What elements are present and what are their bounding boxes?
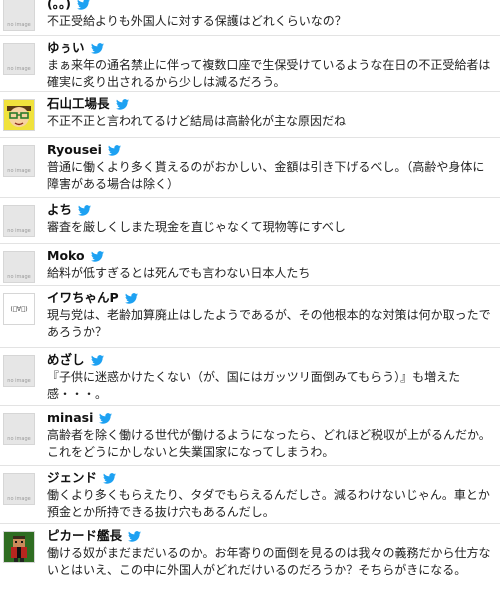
no-image-label: no image: [7, 274, 31, 280]
user-name[interactable]: よち: [47, 201, 72, 219]
twitter-bird-icon[interactable]: [115, 98, 129, 110]
tweet-item: no image めざし 『子供に迷惑かけたくない（が、国にはガッツリ面倒みてもらう…: [0, 348, 500, 406]
tweet-text: まぁ来年の通名禁止に伴って複数口座で生保受けているような在日の不正受給者は確実に…: [47, 58, 491, 89]
no-image-label: no image: [7, 436, 31, 442]
user-name[interactable]: (。。): [47, 0, 71, 13]
no-image-label: no image: [7, 378, 31, 384]
twitter-bird-icon[interactable]: [107, 144, 121, 156]
twitter-bird-icon[interactable]: [128, 530, 142, 542]
glasses-face-image: [4, 100, 34, 130]
user-name[interactable]: ピカード艦長: [47, 527, 122, 545]
avatar[interactable]: no image: [3, 473, 35, 505]
tweet-text: 審査を厳しくしまた現金を直じゃなくて現物等にすべし: [47, 220, 346, 234]
user-name[interactable]: Moko: [47, 247, 85, 265]
twitter-bird-icon[interactable]: [90, 250, 104, 262]
tweet-item: no image (。。) 不正受給よりも外国人に対する保護はどれくらいなの？: [0, 0, 500, 36]
tweet-text: 不正不正と言われてるけど結局は高齢化が主な原因だね: [47, 114, 347, 128]
twitter-bird-icon[interactable]: [78, 204, 92, 216]
tweet-item: 石山工場長 不正不正と言われてるけど結局は高齢化が主な原因だね: [0, 92, 500, 138]
twitter-bird-icon[interactable]: [90, 42, 104, 54]
user-name[interactable]: 石山工場長: [47, 95, 110, 113]
user-name[interactable]: minasi: [47, 409, 93, 427]
twitter-bird-icon[interactable]: [124, 292, 138, 304]
no-image-label: no image: [7, 66, 31, 72]
no-image-label: no image: [7, 228, 31, 234]
twitter-bird-icon[interactable]: [90, 354, 104, 366]
tweet-item: no image Moko 給料が低すぎるとは死んでも言わない日本人たち: [0, 244, 500, 286]
no-image-label: no image: [7, 168, 31, 174]
tweet-item: ピカード艦長 働ける奴がまだまだいるのか。お年寄りの面倒を見るのは我々の義務だから…: [0, 524, 500, 595]
twitter-bird-icon[interactable]: [76, 0, 90, 10]
user-name[interactable]: めざし: [47, 351, 85, 369]
avatar[interactable]: no image: [3, 251, 35, 283]
tweet-text: 不正受給よりも外国人に対する保護はどれくらいなの？: [47, 14, 347, 28]
avatar[interactable]: no image: [3, 413, 35, 445]
twitter-bird-icon[interactable]: [103, 472, 117, 484]
pixel-character-image: [4, 532, 34, 562]
twitter-bird-icon[interactable]: [99, 412, 113, 424]
avatar[interactable]: [3, 531, 35, 563]
user-name[interactable]: Ryousei: [47, 141, 102, 159]
avatar[interactable]: (ﾟ∀ﾟ): [3, 293, 35, 325]
tweet-item: (ﾟ∀ﾟ) イワちゃんP 現与党は、老齢加算廃止はしたようであるが、その他根本的な対…: [0, 286, 500, 348]
no-image-label: no image: [7, 496, 31, 502]
user-name[interactable]: ゆぅい: [47, 39, 85, 57]
tweet-item: no image よち 審査を厳しくしまた現金を直じゃなくて現物等にすべし: [0, 198, 500, 244]
tweet-text: 働くより多くもらえたり、タダでもらえるんだしさ。減るわけないじゃん。車とか預金と…: [47, 488, 490, 519]
tweet-text: 高齢者を除く働ける世代が働けるようになったら、どれほど税収が上がるんだか。これを…: [47, 428, 491, 459]
tweet-item: no image ジェンド 働くより多くもらえたり、タダでもらえるんだしさ。減るわけ…: [0, 466, 500, 524]
tweet-text: 給料が低すぎるとは死んでも言わない日本人たち: [47, 266, 311, 280]
user-name[interactable]: イワちゃんP: [47, 289, 119, 307]
avatar-face-text: (ﾟ∀ﾟ): [10, 305, 28, 313]
avatar[interactable]: [3, 99, 35, 131]
avatar[interactable]: no image: [3, 0, 35, 31]
tweet-item: no image ゆぅい まぁ来年の通名禁止に伴って複数口座で生保受けているような在…: [0, 36, 500, 92]
tweet-text: 現与党は、老齢加算廃止はしたようであるが、その他根本的な対策は何か取ったであろう…: [47, 308, 491, 339]
avatar[interactable]: no image: [3, 355, 35, 387]
tweet-text: 普通に働くより多く貰えるのがおかしい、金額は引き下げるべし。（高齢や身体に障害が…: [47, 160, 485, 191]
user-name[interactable]: ジェンド: [47, 469, 97, 487]
tweet-item: no image Ryousei 普通に働くより多く貰えるのがおかしい、金額は引き下…: [0, 138, 500, 198]
tweet-item: no image minasi 高齢者を除く働ける世代が働けるようになったら、どれほ…: [0, 406, 500, 466]
avatar[interactable]: no image: [3, 43, 35, 75]
avatar[interactable]: no image: [3, 205, 35, 237]
tweet-feed: no image (。。) 不正受給よりも外国人に対する保護はどれくらいなの？ no …: [0, 0, 500, 595]
no-image-label: no image: [7, 22, 31, 28]
tweet-text: 働ける奴がまだまだいるのか。お年寄りの面倒を見るのは我々の義務だから仕方ないとは…: [47, 546, 491, 577]
avatar[interactable]: no image: [3, 145, 35, 177]
tweet-text: 『子供に迷惑かけたくない（が、国にはガッツリ面倒みてもらう）』も増えた感・・・。: [47, 370, 461, 401]
